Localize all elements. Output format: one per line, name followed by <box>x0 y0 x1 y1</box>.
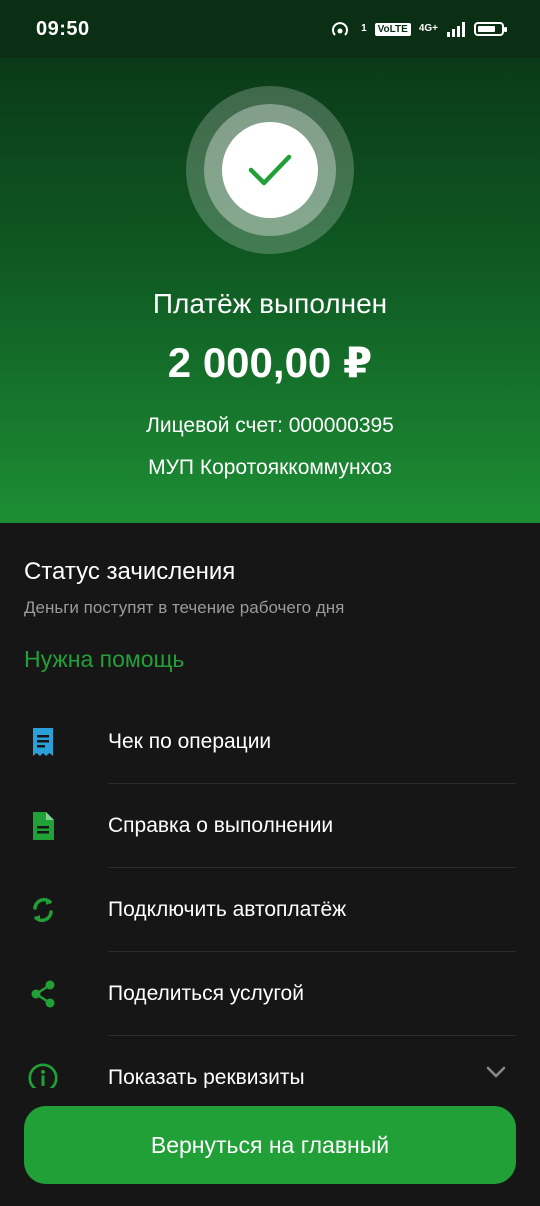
completion-certificate-item[interactable]: Справка о выполнении <box>0 784 540 868</box>
volte-badge: VoLTE <box>374 22 411 36</box>
operation-actions-list: Чек по операции Справка о выполнении Под… <box>0 700 540 1120</box>
receipt-icon <box>28 727 58 757</box>
checkmark-icon <box>248 154 292 186</box>
success-badge <box>186 86 354 254</box>
return-home-button[interactable]: Вернуться на главный <box>24 1106 516 1184</box>
account-number: Лицевой счет: 000000395 <box>146 414 394 437</box>
status-bar: 09:50 1 VoLTE 4G+ <box>0 0 540 58</box>
receipt-label: Чек по операции <box>108 730 272 753</box>
payment-success-header: Платёж выполнен 2 000,00 ₽ Лицевой счет:… <box>0 58 540 523</box>
completion-certificate-label: Справка о выполнении <box>108 814 334 837</box>
autopay-item[interactable]: Подключить автоплатёж <box>0 868 540 952</box>
network-type: 4G+ <box>418 23 438 34</box>
autopay-label: Подключить автоплатёж <box>108 898 347 921</box>
show-details-label: Показать реквизиты <box>108 1066 305 1089</box>
help-link[interactable]: Нужна помощь <box>24 646 184 673</box>
autopay-icon <box>28 895 58 925</box>
share-service-item[interactable]: Поделиться услугой <box>0 952 540 1036</box>
share-icon <box>28 979 58 1009</box>
receipt-item[interactable]: Чек по операции <box>0 700 540 784</box>
status-time: 09:50 <box>36 17 90 40</box>
payment-status-title: Платёж выполнен <box>152 288 388 319</box>
payment-amount: 2 000,00 ₽ <box>167 339 373 386</box>
signal-icon <box>447 22 465 37</box>
hotspot-count: 1 <box>361 23 367 34</box>
battery-icon <box>474 22 507 36</box>
crediting-status-title: Статус зачисления <box>24 558 236 585</box>
recipient-name: МУП Коротояккоммунхоз <box>148 456 392 479</box>
chevron-down-icon[interactable] <box>486 1066 506 1078</box>
status-icons: 1 VoLTE 4G+ <box>331 20 507 38</box>
share-service-label: Поделиться услугой <box>108 982 304 1005</box>
hotspot-icon <box>332 22 348 36</box>
crediting-status-subtitle: Деньги поступят в течение рабочего дня <box>24 598 345 617</box>
document-icon <box>28 811 58 841</box>
